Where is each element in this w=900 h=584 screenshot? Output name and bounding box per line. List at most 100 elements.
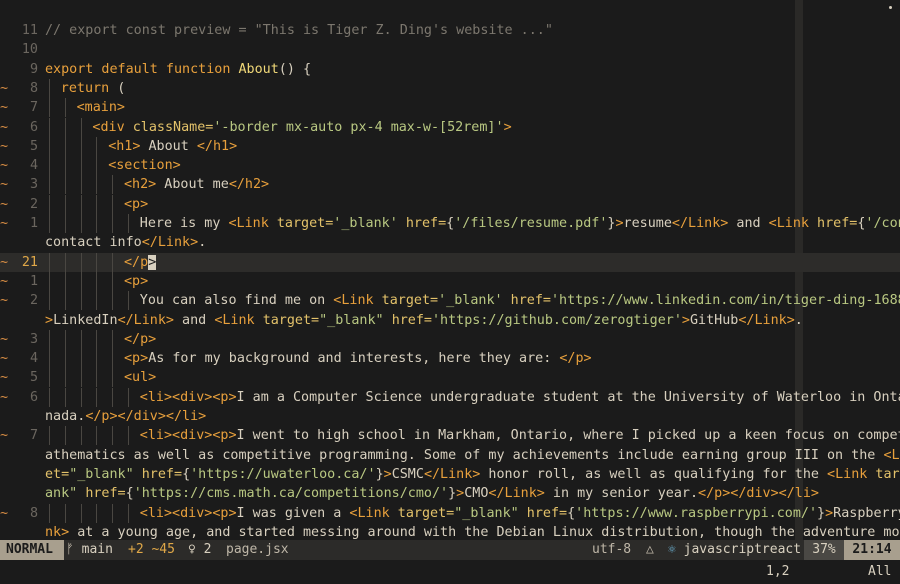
code-line[interactable]: ~6 <li><div><p>I am a Computer Science un… [0, 387, 900, 407]
indent-guide [64, 136, 66, 156]
code-token: <li><div><p> [139, 389, 237, 405]
code-token: <main> [76, 100, 125, 116]
indent-guide [64, 252, 66, 272]
code-token: </h2> [228, 177, 270, 193]
line-code: </p> [124, 330, 156, 349]
code-line[interactable]: ~1 Here is my <Link target='_blank' href=… [0, 214, 900, 233]
code-token: About [140, 138, 197, 154]
indent-guide [64, 503, 66, 523]
git-change-marker: ~ [0, 389, 9, 405]
code-line[interactable]: ~3 </p> [0, 329, 900, 349]
indent-guide [64, 98, 66, 118]
code-token: contact info [45, 235, 142, 251]
indent-guide [112, 175, 114, 195]
code-token: <h2> [124, 177, 157, 193]
command-line[interactable]: 1,2 All [0, 560, 900, 584]
code-token: target= [875, 466, 900, 482]
code-token: > [615, 216, 624, 231]
code-token: // export const preview = "This is Tiger… [45, 23, 553, 38]
code-token: "_blank" [69, 466, 142, 482]
indent-guide [80, 214, 82, 233]
git-branch-name: main [81, 542, 113, 557]
code-token: </Link> [117, 312, 174, 328]
line-code: return ( [61, 79, 126, 98]
code-line[interactable]: ~7 <li><div><p>I went to high school in M… [0, 426, 900, 446]
code-line[interactable]: 11 // export const preview = "This is Tig… [0, 21, 900, 40]
code-line[interactable]: ~7 <main> [0, 98, 900, 118]
code-token: CMO [464, 486, 489, 502]
code-line[interactable]: nada.</p></div></li> [0, 407, 900, 426]
indent-guide [80, 426, 82, 446]
code-line[interactable]: contact info</Link>. [0, 233, 900, 252]
code-line[interactable]: 9 export default function About() { [0, 60, 900, 79]
code-line[interactable]: ~6 <div className='-border mx-auto px-4 m… [0, 117, 900, 137]
code-token: <h1> [108, 138, 141, 154]
code-token: "_blank" [454, 505, 527, 521]
code-line[interactable]: ~5 <ul> [0, 368, 900, 388]
code-line[interactable]: ~8 <li><div><p>I was given a <Link target… [0, 503, 900, 523]
line-code: <h2> About me</h2> [124, 175, 269, 194]
code-token: Here is my [139, 216, 229, 231]
code-token: at a young age, and started messing arou… [69, 524, 900, 540]
code-line[interactable]: ~5 <h1> About </h1> [0, 136, 900, 156]
code-line[interactable]: ~8 return ( [0, 78, 900, 98]
diagnostics: ♀ 2 [188, 540, 211, 560]
indent-guide [80, 503, 82, 523]
line-number: 7 [29, 100, 38, 116]
indent-guide [64, 117, 66, 137]
indent-guide [80, 349, 82, 369]
code-token: 'https://www.raspberrypi.com/' [575, 505, 818, 521]
indent-guide [112, 271, 114, 291]
indent-guide [112, 291, 114, 311]
line-code: athematics as well as competitive progra… [45, 446, 900, 465]
code-editor[interactable]: 11// export const preview = "This is Tig… [0, 0, 900, 584]
line-code: nada.</p></div></li> [45, 407, 206, 426]
line-number: 1 [29, 273, 38, 289]
indent-guide [64, 194, 66, 214]
code-line[interactable]: ~4 <section> [0, 156, 900, 176]
code-line[interactable]: nk> at a young age, and started messing … [0, 523, 900, 540]
code-token: href= [85, 486, 126, 502]
git-change-marker: ~ [0, 196, 9, 212]
code-token: return [60, 80, 118, 96]
code-line[interactable]: ~2 <p> [0, 194, 900, 214]
code-token: href= [141, 466, 183, 482]
indent-guide [112, 503, 114, 523]
code-token: > [825, 505, 834, 521]
code-token: <Link [228, 216, 277, 231]
line-code: <p>As for my background and interests, h… [124, 349, 592, 368]
code-line[interactable]: ank" href={'https://cms.math.ca/competit… [0, 484, 900, 503]
status-line: NORMAL ᚠ main +2 ~45 ♀ 2 page.jsx utf-8 … [0, 540, 900, 560]
code-line[interactable]: 10 [0, 40, 900, 59]
line-number: 5 [29, 138, 38, 154]
code-line[interactable]: ~4 <p>As for my background and interests,… [0, 349, 900, 369]
code-token: '_blank' [333, 216, 406, 231]
code-line[interactable]: ~2 You can also find me on <Link target='… [0, 291, 900, 311]
code-token: <p> [124, 196, 149, 212]
indent-guide [112, 194, 114, 214]
code-line[interactable]: athematics as well as competitive progra… [0, 446, 900, 465]
indent-guide [49, 117, 50, 137]
code-token: Raspberry Pi [833, 505, 900, 521]
code-token: LinkedIn [53, 312, 118, 328]
code-token: <div [92, 119, 133, 135]
indent-guide [96, 194, 98, 214]
code-token: I went to high school in Markham, Ontari… [236, 428, 900, 444]
code-line[interactable]: ~3 <h2> About me</h2> [0, 175, 900, 195]
editor-buffer[interactable]: 11// export const preview = "This is Tig… [0, 0, 900, 540]
line-code: export default function About() { [45, 60, 311, 79]
code-token: </p></div></li> [85, 409, 207, 424]
line-code: contact info</Link>. [45, 233, 206, 252]
git-change-marker: ~ [0, 428, 9, 444]
line-code: </p> [124, 253, 157, 272]
linux-icon: △ [646, 542, 654, 557]
code-line[interactable]: et="_blank" href={'https://uwaterloo.ca/… [0, 465, 900, 484]
code-line[interactable]: >LinkedIn</Link> and <Link target="_blan… [0, 311, 900, 330]
code-line[interactable]: ~21 </p> [0, 252, 900, 272]
code-token: You can also find me on [139, 293, 334, 309]
indent-guide [96, 291, 98, 311]
code-line[interactable]: ~1 <p> [0, 271, 900, 291]
code-token: <Link [333, 293, 382, 309]
indent-guide [96, 387, 98, 407]
react-icon: ⚛ [668, 542, 684, 557]
